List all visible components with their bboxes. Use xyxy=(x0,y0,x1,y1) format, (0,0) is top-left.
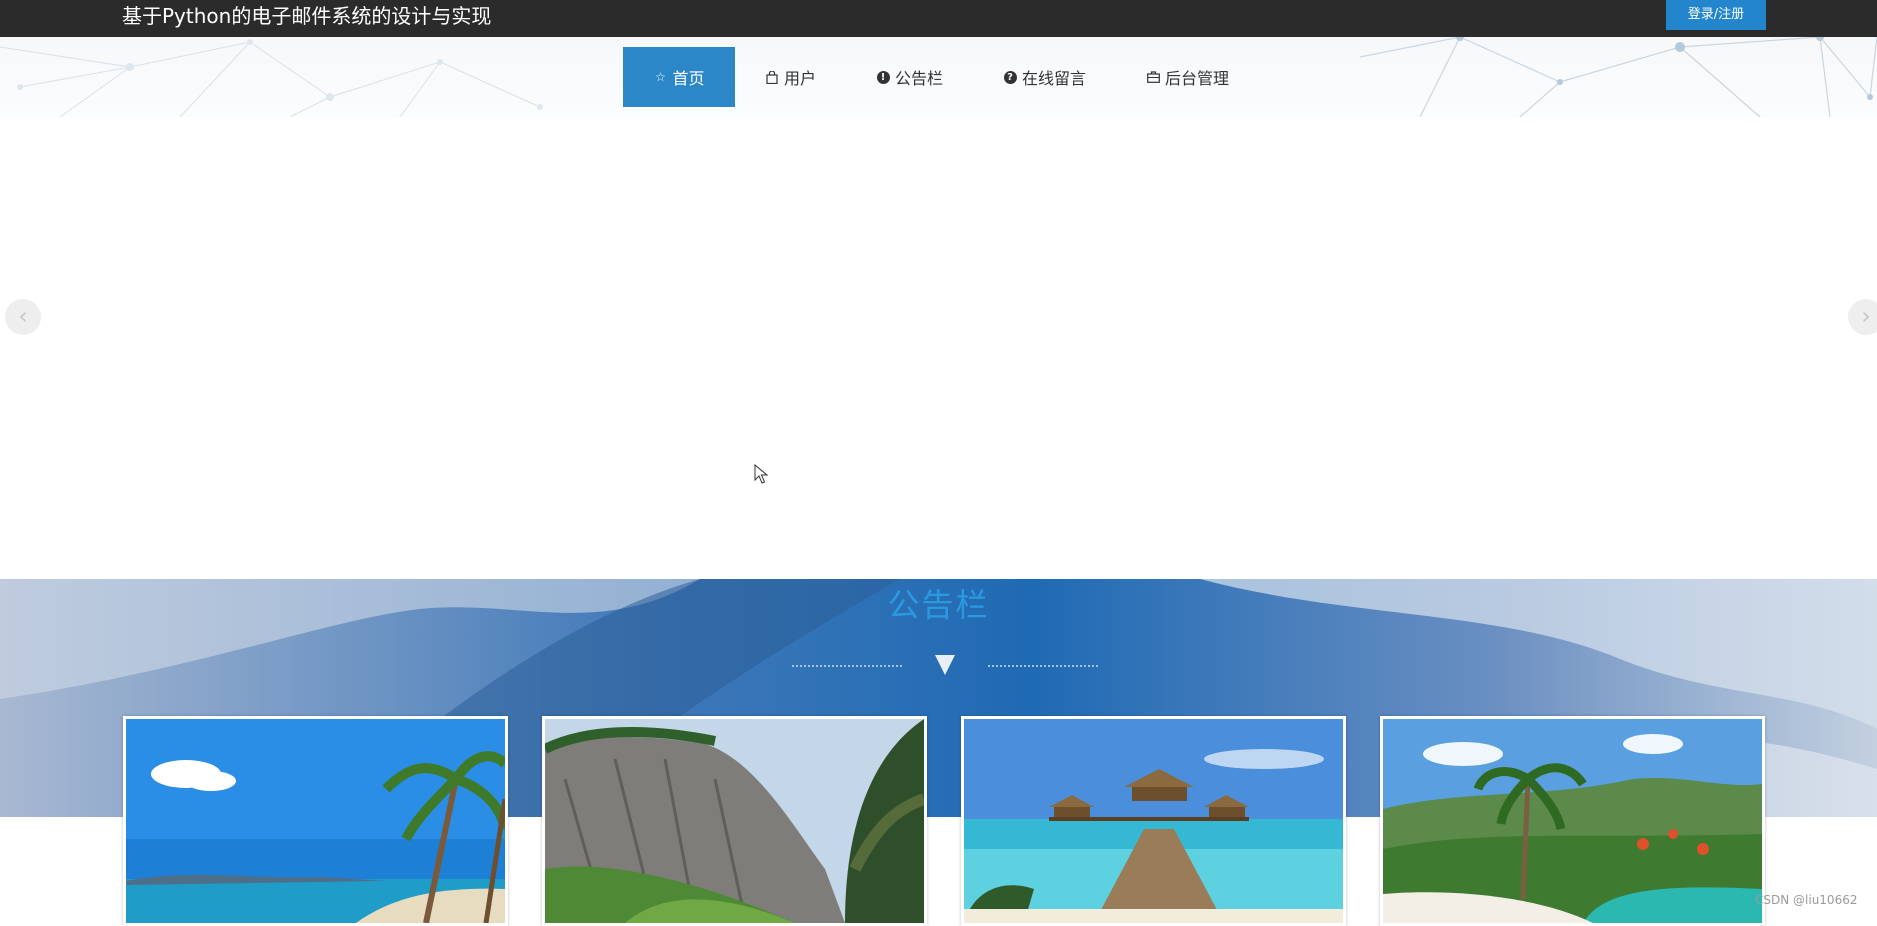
nav-item-home[interactable]: ☆ 首页 xyxy=(623,47,735,107)
site-title: 基于Python的电子邮件系统的设计与实现 xyxy=(122,4,492,28)
nav-item-label: 在线留言 xyxy=(1022,69,1087,88)
star-icon: ☆ xyxy=(655,70,666,84)
nav-item-admin[interactable]: 后台管理 xyxy=(1116,47,1259,107)
mouse-cursor-icon xyxy=(754,464,768,484)
network-background-right xyxy=(1360,37,1877,117)
chevron-right-icon[interactable]: › xyxy=(1848,299,1877,335)
csdn-watermark: CSDN @liu10662 xyxy=(1755,893,1858,907)
question-circle-icon: ? xyxy=(1003,70,1017,84)
rocky-cliff-image xyxy=(545,719,924,923)
chevron-left-icon[interactable]: ‹ xyxy=(5,299,41,335)
notice-card-1[interactable] xyxy=(123,716,508,926)
top-bar: 基于Python的电子邮件系统的设计与实现 登录/注册 xyxy=(0,0,1877,37)
nav-item-label: 首页 xyxy=(672,69,705,88)
notice-card-3[interactable] xyxy=(961,716,1346,926)
banner-slider: ‹ › xyxy=(0,117,1877,579)
notice-section-title: 公告栏 xyxy=(887,586,990,624)
notice-card-2[interactable] xyxy=(542,716,927,926)
resort-pool-image xyxy=(1383,719,1762,923)
nav-item-label: 后台管理 xyxy=(1165,69,1230,88)
tropical-beach-image xyxy=(126,719,505,923)
divider-arrow-icon xyxy=(935,655,955,675)
network-background-left xyxy=(0,39,543,117)
overwater-bungalow-image xyxy=(964,719,1343,923)
main-nav: ☆ 首页 用户 ! 公告栏 ? 在线留言 后台管理 xyxy=(623,47,1259,107)
exclamation-circle-icon: ! xyxy=(876,70,890,84)
briefcase-icon xyxy=(1146,70,1160,84)
divider-dots-right xyxy=(988,665,1098,667)
nav-item-notice[interactable]: ! 公告栏 xyxy=(846,47,973,107)
bag-icon xyxy=(765,70,779,84)
nav-item-label: 公告栏 xyxy=(895,69,944,88)
divider-dots-left xyxy=(792,665,902,667)
notice-card-4[interactable] xyxy=(1380,716,1765,926)
nav-item-message[interactable]: ? 在线留言 xyxy=(973,47,1116,107)
nav-item-users[interactable]: 用户 xyxy=(735,47,846,107)
nav-item-label: 用户 xyxy=(784,69,817,88)
login-register-button[interactable]: 登录/注册 xyxy=(1666,0,1766,30)
